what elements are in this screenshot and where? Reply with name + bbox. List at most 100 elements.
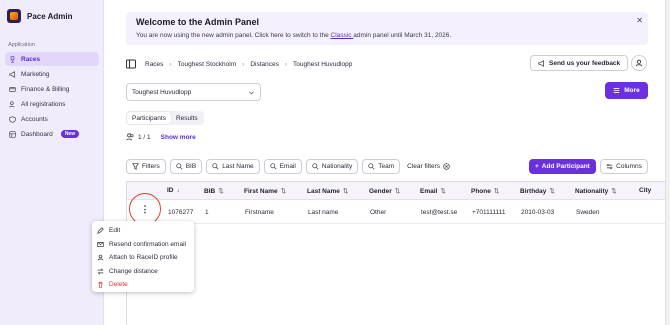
page-scrollbar[interactable]: [665, 0, 670, 325]
close-icon[interactable]: ✕: [636, 16, 643, 25]
column-header-phone[interactable]: Phone ⇅: [471, 187, 499, 195]
app-name: Pace Admin: [27, 11, 73, 21]
breadcrumb-item[interactable]: Races: [145, 61, 163, 68]
sidebar-item-accounts[interactable]: Accounts: [5, 112, 99, 126]
filters-button[interactable]: Filters: [126, 159, 166, 174]
participants-table: ID ↓ BIB ⇅ First Name ⇅ Last Name ⇅ Gender ⇅ …: [126, 181, 670, 325]
sidebar-toggle-icon[interactable]: [126, 59, 136, 69]
columns-button[interactable]: Columns: [600, 159, 648, 174]
sidebar-item-marketing[interactable]: Marketing: [5, 67, 99, 81]
welcome-banner: Welcome to the Admin Panel You are now u…: [126, 12, 648, 45]
cell-bib: 1: [205, 209, 209, 216]
more-button[interactable]: More: [605, 82, 648, 99]
header-label: First Name: [244, 188, 278, 195]
banner-text-after: admin panel until March 31, 2026.: [353, 32, 452, 39]
table-row[interactable]: 1076277 1 Firstname Last name Other test…: [127, 200, 670, 224]
view-tabs: Participants Results: [126, 111, 204, 125]
column-header-nationality[interactable]: Nationality ⇅: [575, 187, 617, 195]
filter-chip-label: Last Name: [222, 163, 254, 170]
column-header-birthday[interactable]: Birthday ⇅: [520, 187, 555, 195]
filter-chip-label: Nationality: [321, 163, 353, 170]
filter-chip-nationality[interactable]: Nationality: [305, 159, 359, 174]
filter-chip-last-name[interactable]: Last Name: [206, 159, 260, 174]
search-icon: [312, 163, 319, 170]
more-vertical-icon: ⋮: [140, 203, 150, 214]
sidebar: Pace Admin Application Races Marketing F…: [0, 0, 104, 325]
sort-icon: ⇅: [549, 188, 555, 195]
sort-icon: ⇅: [218, 188, 224, 195]
breadcrumb-item[interactable]: Toughest Stockholm: [178, 61, 237, 68]
shield-icon: [9, 115, 16, 123]
header-label: BIB: [204, 188, 216, 195]
sidebar-item-label: Races: [21, 55, 41, 63]
banner-title: Welcome to the Admin Panel: [136, 17, 260, 27]
filter-bar: Filters BIB Last Name Email Nationality …: [126, 159, 450, 174]
sidebar-item-races[interactable]: Races: [5, 52, 99, 66]
menu-item-attach-raceid[interactable]: Attach to RaceID profile: [92, 251, 194, 265]
menu-item-edit[interactable]: Edit: [92, 224, 194, 238]
sidebar-item-registrations[interactable]: All registrations: [5, 97, 99, 111]
columns-label: Columns: [616, 163, 642, 170]
header-label: Last Name: [307, 188, 340, 195]
row-actions-menu: Edit Resend confirmation email Attach to…: [92, 221, 194, 292]
user-icon: [635, 59, 643, 67]
sort-icon: ⇅: [493, 188, 500, 195]
sidebar-item-label: Finance & Billing: [21, 85, 70, 93]
distance-select[interactable]: Toughest Huvudlopp: [126, 83, 261, 101]
header-label: Nationality: [575, 188, 609, 195]
filter-chip-label: Email: [279, 163, 296, 170]
plus-icon: +: [535, 163, 539, 170]
breadcrumb-bar: Races › Toughest Stockholm › Distances ›…: [126, 55, 648, 72]
sort-desc-icon: ↓: [176, 187, 180, 194]
more-label: More: [624, 87, 640, 94]
header-label: Email: [420, 188, 438, 195]
breadcrumb-current: Toughest Huvudlopp: [293, 60, 353, 68]
megaphone-icon: [9, 70, 15, 78]
sidebar-section-label: Application: [8, 42, 35, 48]
search-icon: [368, 163, 375, 170]
cell-birthday: 2010-03-03: [521, 209, 555, 216]
users-icon: [126, 133, 134, 141]
column-header-city[interactable]: City: [639, 187, 651, 194]
menu-item-resend-email[interactable]: Resend confirmation email: [92, 238, 194, 252]
column-header-email[interactable]: Email ⇅: [420, 187, 446, 195]
column-header-id[interactable]: ID ↓: [167, 187, 180, 194]
add-participant-button[interactable]: + Add Participant: [529, 159, 596, 174]
feedback-button[interactable]: Send us your feedback: [530, 55, 629, 71]
users-icon: [9, 100, 15, 107]
tab-results[interactable]: Results: [171, 112, 203, 124]
menu-item-change-distance[interactable]: Change distance: [92, 265, 194, 279]
breadcrumb-item[interactable]: Distances: [250, 61, 279, 68]
sort-icon: ⇅: [280, 188, 287, 195]
filter-chip-label: BIB: [185, 163, 197, 170]
card-icon: [9, 86, 16, 92]
cell-first-name: Firstname: [245, 209, 274, 216]
column-header-bib[interactable]: BIB ⇅: [204, 187, 224, 195]
header-label: Phone: [471, 188, 491, 195]
filter-chip-team[interactable]: Team: [362, 159, 401, 174]
chevron-right-icon: ›: [284, 60, 288, 68]
sort-icon: ⇅: [394, 188, 401, 195]
menu-item-delete[interactable]: Delete: [92, 278, 194, 292]
show-more-link[interactable]: Show more: [161, 134, 196, 141]
feedback-label: Send us your feedback: [549, 59, 621, 67]
sidebar-item-finance[interactable]: Finance & Billing: [5, 82, 99, 96]
column-header-gender[interactable]: Gender ⇅: [369, 187, 400, 195]
trash-icon: [98, 281, 103, 288]
column-header-last-name[interactable]: Last Name ⇅: [307, 187, 348, 195]
cell-last-name: Last name: [308, 209, 339, 216]
tab-participants[interactable]: Participants: [127, 112, 171, 124]
column-header-first-name[interactable]: First Name ⇅: [244, 187, 286, 195]
avatar[interactable]: [631, 55, 647, 71]
header-label: ID: [167, 187, 174, 194]
dashboard-icon: [9, 130, 16, 138]
sort-icon: ⇅: [440, 188, 446, 195]
classic-link[interactable]: Classic: [331, 32, 354, 39]
filter-chip-email[interactable]: Email: [263, 159, 302, 174]
sidebar-item-dashboard[interactable]: Dashboard New: [5, 127, 99, 141]
sidebar-item-label: Marketing: [21, 70, 50, 78]
brand[interactable]: Pace Admin: [7, 9, 73, 23]
clear-filters-button[interactable]: Clear filters: [407, 163, 450, 170]
filter-chip-bib[interactable]: BIB: [169, 159, 203, 174]
clear-filters-label: Clear filters: [407, 163, 441, 170]
